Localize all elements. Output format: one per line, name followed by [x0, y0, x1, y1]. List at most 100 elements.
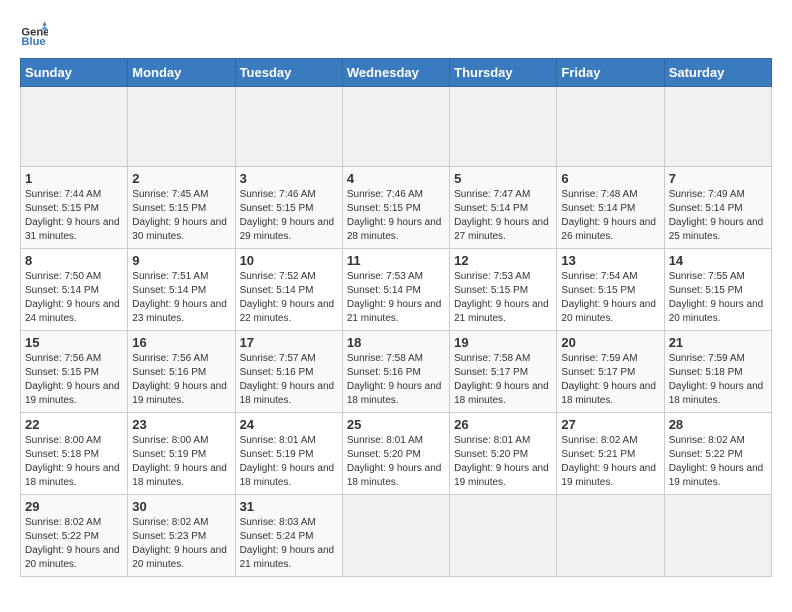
calendar-cell: [128, 87, 235, 167]
day-number: 3: [240, 171, 338, 186]
sunset: Sunset: 5:18 PM: [25, 449, 99, 460]
sunrise: Sunrise: 7:58 AM: [347, 353, 423, 364]
calendar-cell: [450, 87, 557, 167]
day-number: 31: [240, 499, 338, 514]
day-number: 13: [561, 253, 659, 268]
day-of-week-header: Tuesday: [235, 59, 342, 87]
day-number: 15: [25, 335, 123, 350]
day-number: 24: [240, 417, 338, 432]
sunrise: Sunrise: 8:03 AM: [240, 517, 316, 528]
sunset: Sunset: 5:15 PM: [561, 285, 635, 296]
day-number: 5: [454, 171, 552, 186]
day-info: Sunrise: 8:03 AM Sunset: 5:24 PM Dayligh…: [240, 516, 338, 572]
day-of-week-header: Wednesday: [342, 59, 449, 87]
daylight: Daylight: 9 hours and 30 minutes.: [132, 217, 227, 242]
sunrise: Sunrise: 7:52 AM: [240, 271, 316, 282]
sunrise: Sunrise: 7:56 AM: [132, 353, 208, 364]
sunset: Sunset: 5:14 PM: [347, 285, 421, 296]
daylight: Daylight: 9 hours and 25 minutes.: [669, 217, 764, 242]
calendar-cell: 17 Sunrise: 7:57 AM Sunset: 5:16 PM Dayl…: [235, 331, 342, 413]
daylight: Daylight: 9 hours and 18 minutes.: [25, 463, 120, 488]
calendar-cell: [557, 495, 664, 577]
sunrise: Sunrise: 8:02 AM: [132, 517, 208, 528]
calendar-cell: [557, 87, 664, 167]
day-info: Sunrise: 8:02 AM Sunset: 5:21 PM Dayligh…: [561, 434, 659, 490]
day-number: 20: [561, 335, 659, 350]
day-info: Sunrise: 7:50 AM Sunset: 5:14 PM Dayligh…: [25, 270, 123, 326]
day-of-week-header: Saturday: [664, 59, 771, 87]
sunset: Sunset: 5:19 PM: [132, 449, 206, 460]
svg-text:Blue: Blue: [21, 36, 45, 48]
day-info: Sunrise: 8:02 AM Sunset: 5:22 PM Dayligh…: [669, 434, 767, 490]
calendar-table: SundayMondayTuesdayWednesdayThursdayFrid…: [20, 58, 772, 577]
day-number: 23: [132, 417, 230, 432]
sunrise: Sunrise: 8:01 AM: [347, 435, 423, 446]
calendar-cell: 23 Sunrise: 8:00 AM Sunset: 5:19 PM Dayl…: [128, 413, 235, 495]
calendar-cell: 20 Sunrise: 7:59 AM Sunset: 5:17 PM Dayl…: [557, 331, 664, 413]
daylight: Daylight: 9 hours and 24 minutes.: [25, 299, 120, 324]
sunset: Sunset: 5:17 PM: [561, 367, 635, 378]
sunrise: Sunrise: 7:59 AM: [669, 353, 745, 364]
sunrise: Sunrise: 7:46 AM: [240, 189, 316, 200]
day-info: Sunrise: 7:59 AM Sunset: 5:17 PM Dayligh…: [561, 352, 659, 408]
day-info: Sunrise: 7:49 AM Sunset: 5:14 PM Dayligh…: [669, 188, 767, 244]
sunset: Sunset: 5:14 PM: [25, 285, 99, 296]
day-info: Sunrise: 7:47 AM Sunset: 5:14 PM Dayligh…: [454, 188, 552, 244]
sunrise: Sunrise: 7:53 AM: [347, 271, 423, 282]
day-info: Sunrise: 8:01 AM Sunset: 5:20 PM Dayligh…: [347, 434, 445, 490]
sunset: Sunset: 5:15 PM: [669, 285, 743, 296]
day-info: Sunrise: 7:55 AM Sunset: 5:15 PM Dayligh…: [669, 270, 767, 326]
day-info: Sunrise: 7:46 AM Sunset: 5:15 PM Dayligh…: [347, 188, 445, 244]
daylight: Daylight: 9 hours and 19 minutes.: [25, 381, 120, 406]
sunrise: Sunrise: 7:49 AM: [669, 189, 745, 200]
daylight: Daylight: 9 hours and 21 minutes.: [240, 545, 335, 570]
calendar-cell: 8 Sunrise: 7:50 AM Sunset: 5:14 PM Dayli…: [21, 249, 128, 331]
daylight: Daylight: 9 hours and 20 minutes.: [669, 299, 764, 324]
day-number: 27: [561, 417, 659, 432]
day-of-week-header: Sunday: [21, 59, 128, 87]
calendar-cell: 26 Sunrise: 8:01 AM Sunset: 5:20 PM Dayl…: [450, 413, 557, 495]
calendar-cell: [235, 87, 342, 167]
sunrise: Sunrise: 8:02 AM: [669, 435, 745, 446]
day-number: 26: [454, 417, 552, 432]
sunset: Sunset: 5:14 PM: [561, 203, 635, 214]
day-number: 25: [347, 417, 445, 432]
day-info: Sunrise: 7:51 AM Sunset: 5:14 PM Dayligh…: [132, 270, 230, 326]
sunrise: Sunrise: 7:46 AM: [347, 189, 423, 200]
daylight: Daylight: 9 hours and 22 minutes.: [240, 299, 335, 324]
day-info: Sunrise: 8:01 AM Sunset: 5:19 PM Dayligh…: [240, 434, 338, 490]
sunrise: Sunrise: 7:59 AM: [561, 353, 637, 364]
day-info: Sunrise: 8:00 AM Sunset: 5:19 PM Dayligh…: [132, 434, 230, 490]
sunset: Sunset: 5:16 PM: [240, 367, 314, 378]
calendar-cell: 19 Sunrise: 7:58 AM Sunset: 5:17 PM Dayl…: [450, 331, 557, 413]
day-number: 16: [132, 335, 230, 350]
calendar-cell: [342, 87, 449, 167]
sunrise: Sunrise: 7:53 AM: [454, 271, 530, 282]
day-info: Sunrise: 7:57 AM Sunset: 5:16 PM Dayligh…: [240, 352, 338, 408]
calendar-cell: [450, 495, 557, 577]
sunset: Sunset: 5:16 PM: [132, 367, 206, 378]
day-info: Sunrise: 7:46 AM Sunset: 5:15 PM Dayligh…: [240, 188, 338, 244]
sunset: Sunset: 5:15 PM: [240, 203, 314, 214]
sunset: Sunset: 5:14 PM: [669, 203, 743, 214]
calendar-cell: 2 Sunrise: 7:45 AM Sunset: 5:15 PM Dayli…: [128, 167, 235, 249]
sunrise: Sunrise: 8:02 AM: [25, 517, 101, 528]
calendar-week-row: 15 Sunrise: 7:56 AM Sunset: 5:15 PM Dayl…: [21, 331, 772, 413]
day-info: Sunrise: 7:53 AM Sunset: 5:15 PM Dayligh…: [454, 270, 552, 326]
daylight: Daylight: 9 hours and 21 minutes.: [454, 299, 549, 324]
calendar-week-row: [21, 87, 772, 167]
daylight: Daylight: 9 hours and 31 minutes.: [25, 217, 120, 242]
sunrise: Sunrise: 8:00 AM: [25, 435, 101, 446]
daylight: Daylight: 9 hours and 26 minutes.: [561, 217, 656, 242]
day-info: Sunrise: 8:01 AM Sunset: 5:20 PM Dayligh…: [454, 434, 552, 490]
daylight: Daylight: 9 hours and 18 minutes.: [240, 463, 335, 488]
day-number: 17: [240, 335, 338, 350]
day-number: 6: [561, 171, 659, 186]
day-info: Sunrise: 7:53 AM Sunset: 5:14 PM Dayligh…: [347, 270, 445, 326]
day-info: Sunrise: 7:48 AM Sunset: 5:14 PM Dayligh…: [561, 188, 659, 244]
sunset: Sunset: 5:14 PM: [132, 285, 206, 296]
daylight: Daylight: 9 hours and 20 minutes.: [132, 545, 227, 570]
sunset: Sunset: 5:20 PM: [347, 449, 421, 460]
sunrise: Sunrise: 8:02 AM: [561, 435, 637, 446]
day-number: 1: [25, 171, 123, 186]
